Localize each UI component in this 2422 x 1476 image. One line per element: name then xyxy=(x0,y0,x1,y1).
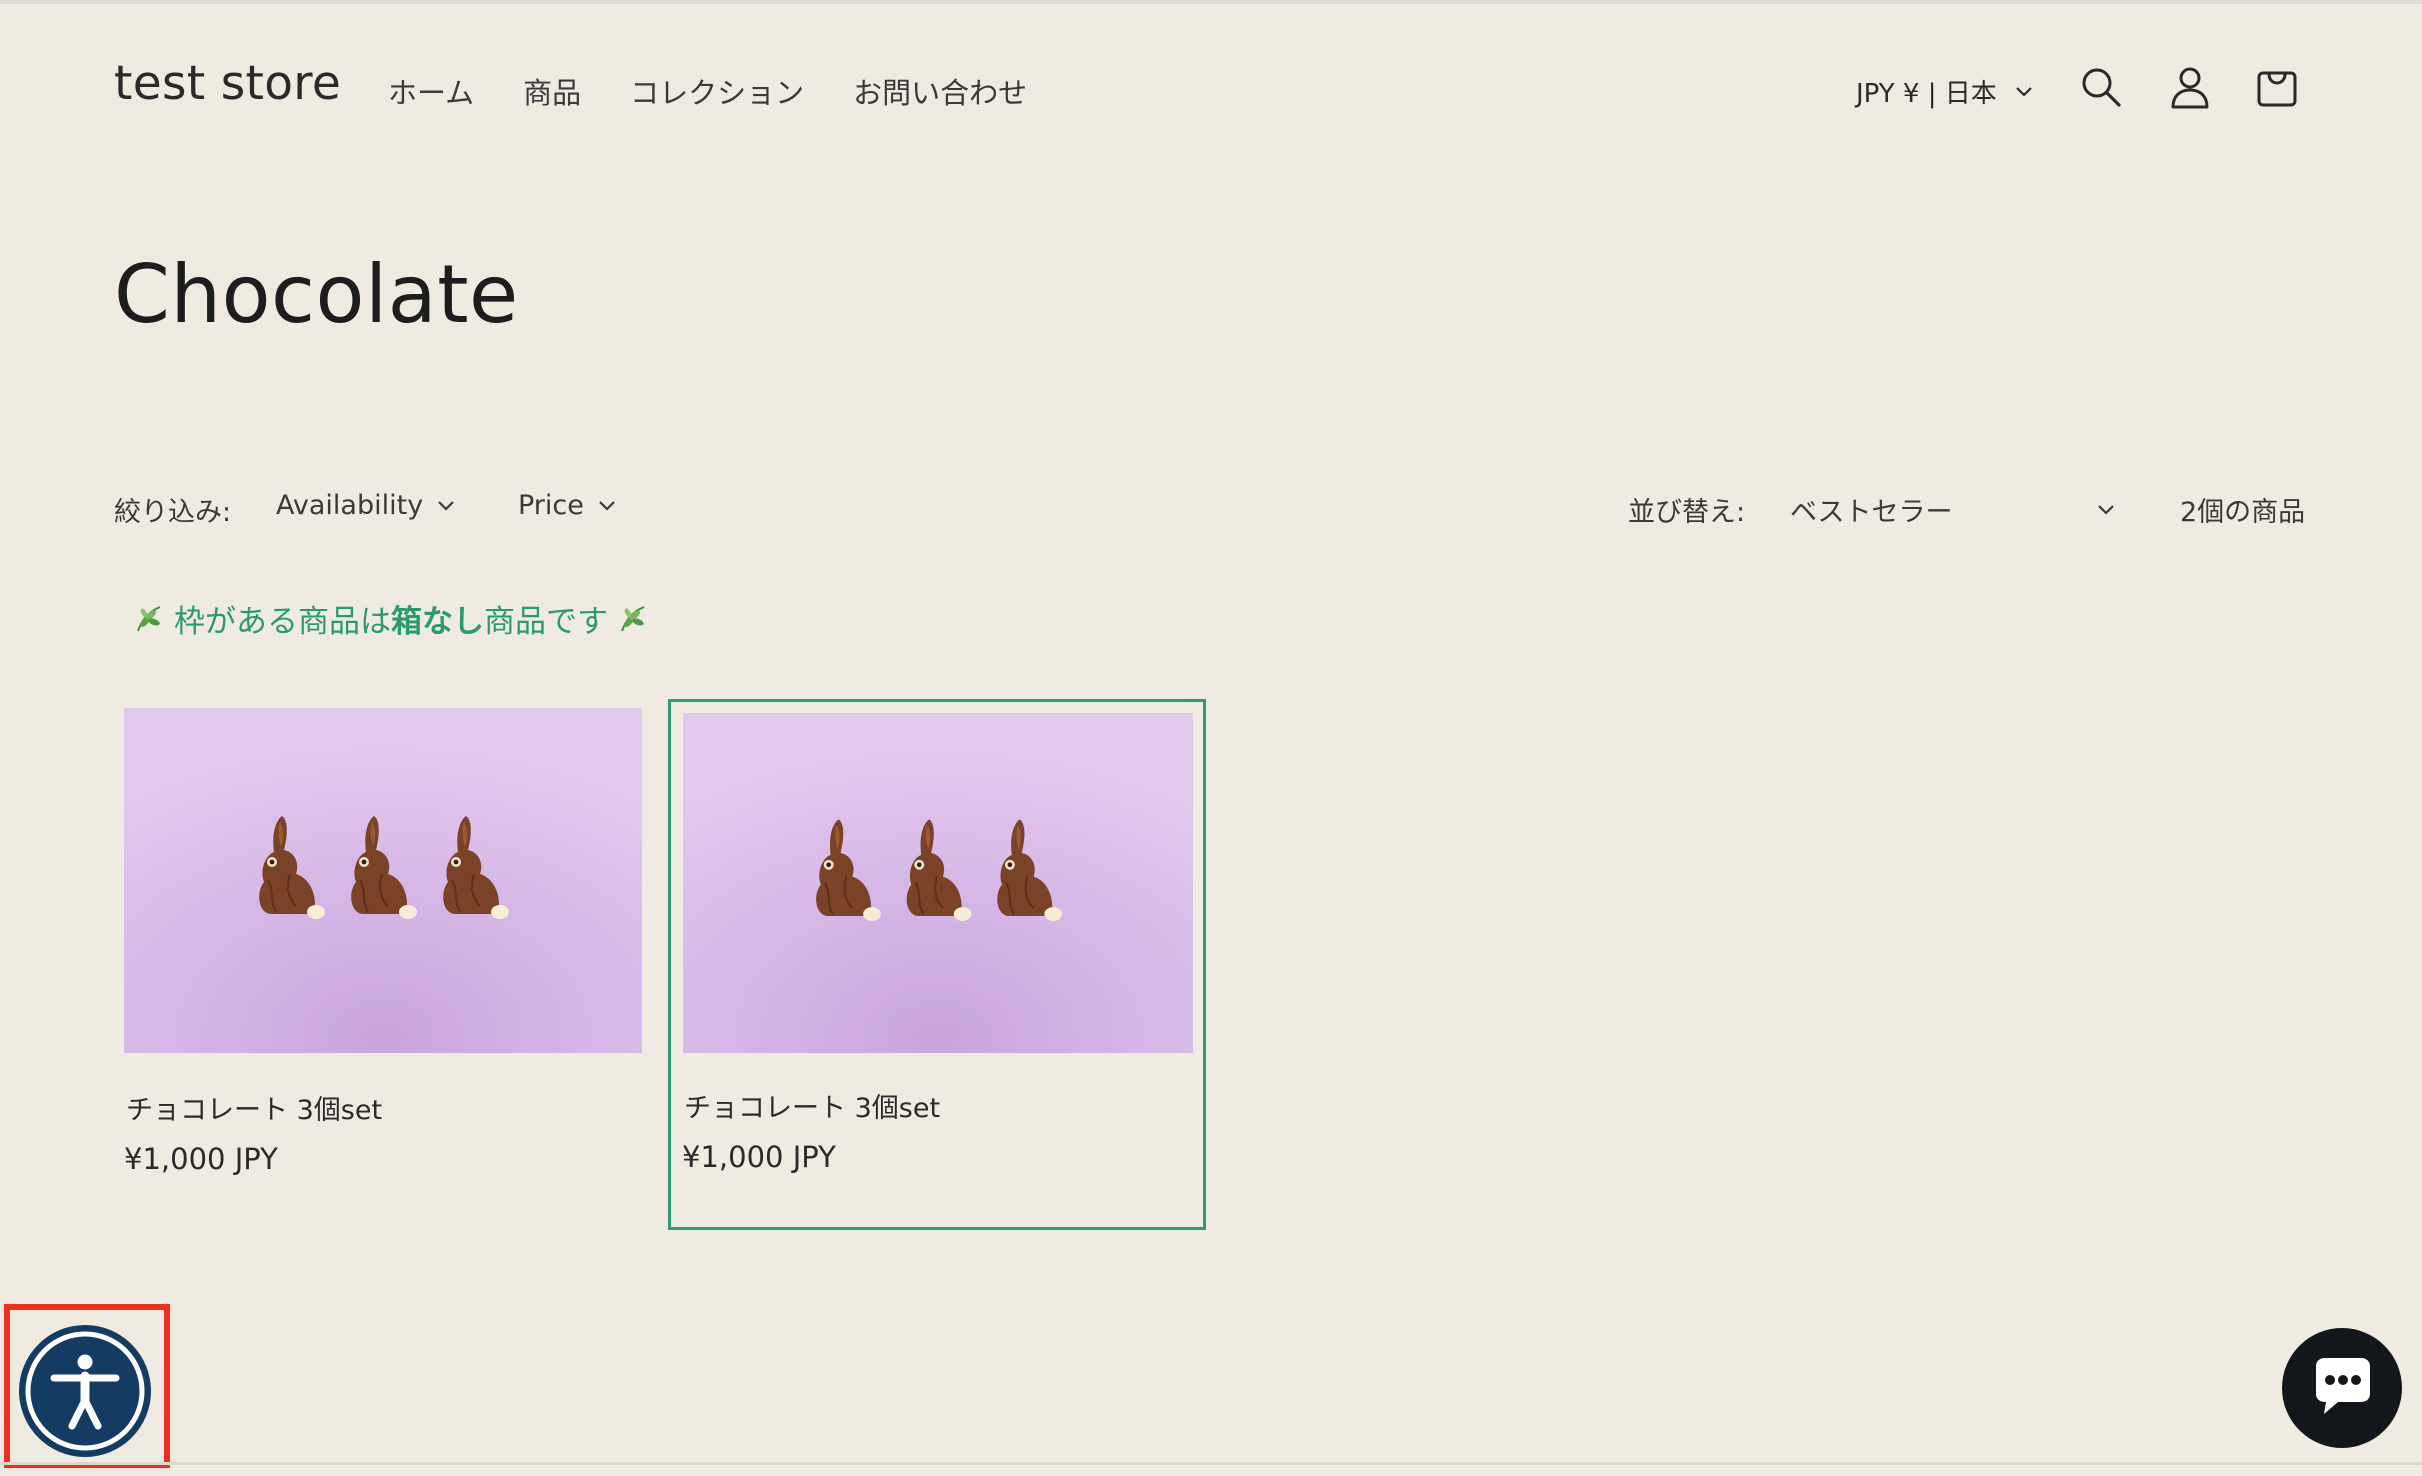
chat-button[interactable] xyxy=(2282,1328,2402,1448)
page-title: Chocolate xyxy=(114,248,519,341)
product-price: ¥1,000 JPY xyxy=(682,1140,836,1174)
product-image[interactable] xyxy=(683,713,1193,1053)
product-card[interactable]: チョコレート 3個set ¥1,000 JPY xyxy=(124,708,644,1188)
nav-home[interactable]: ホーム xyxy=(388,70,474,112)
nav-contact[interactable]: お問い合わせ xyxy=(853,70,1027,112)
nav-products[interactable]: 商品 xyxy=(523,70,581,112)
sort-value: ベストセラー xyxy=(1790,497,1953,528)
store-logo[interactable]: test store xyxy=(114,56,341,111)
currency-label: JPY ¥ | 日本 xyxy=(1856,79,1997,109)
filter-label: 絞り込み: xyxy=(114,497,232,528)
product-card-boxless[interactable]: チョコレート 3個set ¥1,000 JPY xyxy=(668,699,1206,1230)
currency-selector[interactable]: JPY ¥ | 日本 xyxy=(1856,73,2033,110)
chevron-down-icon xyxy=(599,500,615,511)
accessibility-icon[interactable] xyxy=(16,1322,154,1460)
product-name[interactable]: チョコレート 3個set xyxy=(684,1086,940,1125)
leaf-icon xyxy=(621,605,645,631)
account-icon[interactable] xyxy=(2167,64,2213,110)
availability-filter-label: Availability xyxy=(276,490,424,521)
leaf-icon xyxy=(137,605,161,631)
notice-text-before: 枠がある商品は xyxy=(174,604,391,640)
availability-filter[interactable]: Availability xyxy=(276,490,455,521)
chevron-down-icon xyxy=(2098,504,2114,515)
product-price: ¥1,000 JPY xyxy=(124,1142,278,1176)
top-border xyxy=(0,0,2422,4)
product-image[interactable] xyxy=(124,708,642,1053)
chat-bubble-icon xyxy=(2316,1358,2370,1414)
notice-text-after: 商品です xyxy=(484,604,608,640)
price-filter[interactable]: Price xyxy=(518,490,616,521)
product-name[interactable]: チョコレート 3個set xyxy=(126,1088,382,1127)
bottom-border xyxy=(0,1462,2422,1465)
chevron-down-icon xyxy=(2015,86,2032,97)
sort-select[interactable]: ベストセラー xyxy=(1790,490,2115,529)
main-nav: ホーム 商品 コレクション お問い合わせ xyxy=(388,70,1027,112)
chocolate-bunnies-image xyxy=(124,708,642,1053)
cart-icon[interactable] xyxy=(2254,64,2300,110)
sort-label: 並び替え: xyxy=(1628,497,1746,528)
boxless-notice: 枠がある商品は箱なし商品です xyxy=(132,596,650,641)
chocolate-bunnies-image xyxy=(683,713,1193,1053)
price-filter-label: Price xyxy=(518,490,584,521)
chevron-down-icon xyxy=(438,500,454,511)
search-icon[interactable] xyxy=(2078,64,2124,110)
nav-collections[interactable]: コレクション xyxy=(630,70,804,112)
notice-text-bold: 箱なし xyxy=(391,604,484,640)
product-count: 2個の商品 xyxy=(2180,497,2306,528)
